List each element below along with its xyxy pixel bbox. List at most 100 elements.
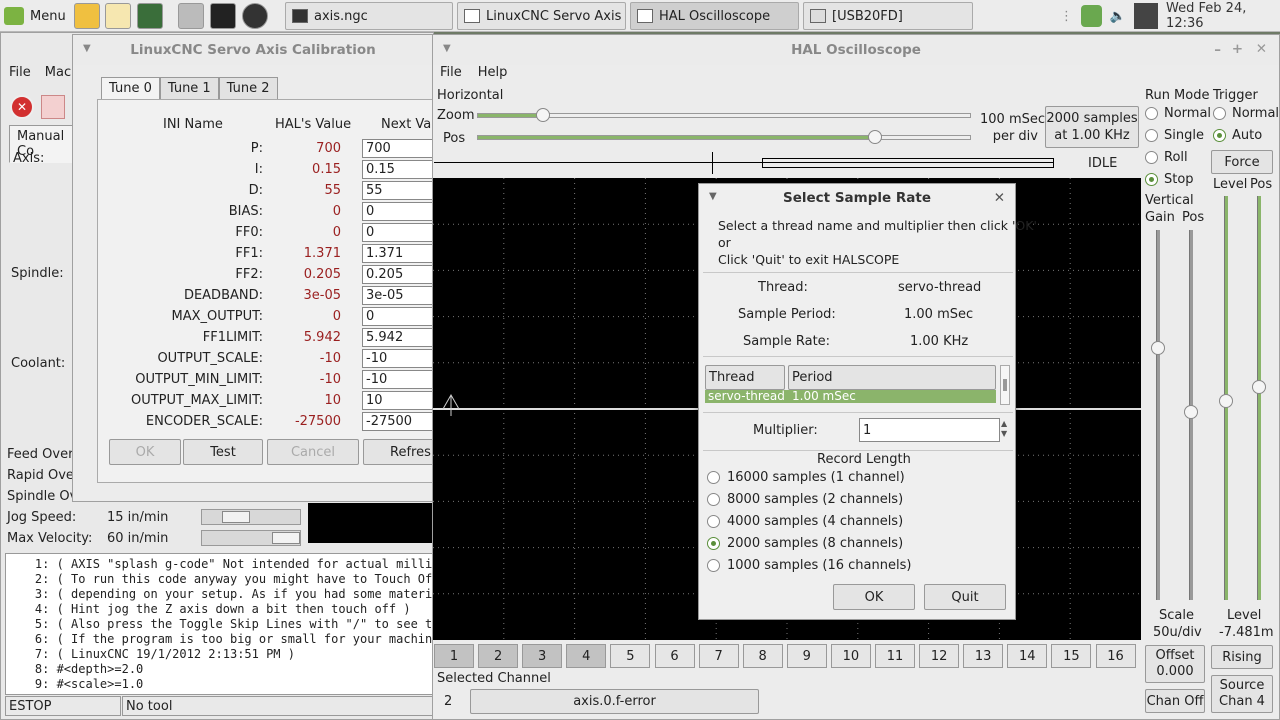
- tux-launcher-icon[interactable]: [74, 3, 100, 29]
- window-menu-icon[interactable]: ▼: [443, 43, 451, 54]
- trigger-mode-normal[interactable]: Normal: [1213, 106, 1279, 121]
- terminal-launcher-icon[interactable]: [137, 3, 163, 29]
- max-velocity-slider[interactable]: [201, 530, 301, 546]
- volume-icon[interactable]: 🔈: [1110, 9, 1126, 24]
- thread-column-header[interactable]: Thread: [705, 365, 785, 390]
- zoom-slider-handle[interactable]: [536, 108, 550, 122]
- gain-slider-handle[interactable]: [1151, 341, 1165, 355]
- tab-tune-1[interactable]: Tune 1: [159, 77, 219, 100]
- dialog-ok-button[interactable]: OK: [833, 584, 915, 610]
- record-length-option[interactable]: 2000 samples (8 channels): [707, 536, 903, 551]
- next-value-field[interactable]: 3e-05: [362, 286, 435, 305]
- channel-button-7[interactable]: 7: [698, 644, 739, 668]
- next-value-field[interactable]: -27500: [362, 412, 435, 431]
- task-hal-oscilloscope[interactable]: HAL Oscilloscope: [630, 2, 799, 30]
- record-length-option[interactable]: 4000 samples (4 channels): [707, 514, 903, 529]
- multiplier-spinbox[interactable]: 1: [859, 418, 1000, 442]
- pos-slider[interactable]: [477, 130, 971, 144]
- force-button[interactable]: Force: [1211, 150, 1273, 174]
- trigger-level-slider[interactable]: [1219, 196, 1233, 600]
- thread-list-row[interactable]: servo-thread 1.00 mSec: [705, 390, 996, 403]
- network-icon[interactable]: [1133, 3, 1159, 29]
- axis-menu-file[interactable]: File: [5, 63, 35, 82]
- vertical-pos-slider[interactable]: [1184, 230, 1198, 600]
- channel-button-3[interactable]: 3: [522, 644, 563, 668]
- channel-button-8[interactable]: 8: [742, 644, 783, 668]
- next-value-field[interactable]: 55: [362, 181, 435, 200]
- scope-menu-file[interactable]: File: [440, 65, 462, 80]
- record-length-option[interactable]: 16000 samples (1 channel): [707, 470, 905, 485]
- trigger-pos-slider-handle[interactable]: [1252, 380, 1266, 394]
- trigger-level-slider-handle[interactable]: [1219, 394, 1233, 408]
- rising-button[interactable]: Rising: [1211, 645, 1273, 669]
- next-value-field[interactable]: 0: [362, 202, 435, 221]
- spinbox-arrows-icon[interactable]: ▲ ▼: [1001, 419, 1007, 439]
- preview-canvas[interactable]: [308, 503, 435, 543]
- next-value-field[interactable]: 0: [362, 223, 435, 242]
- channel-button-9[interactable]: 9: [786, 644, 827, 668]
- zoom-slider[interactable]: [477, 108, 971, 122]
- record-length-option[interactable]: 1000 samples (16 channels): [707, 558, 911, 573]
- estop-button[interactable]: ✕: [10, 95, 34, 119]
- clock[interactable]: Wed Feb 24, 12:36: [1166, 1, 1280, 31]
- channel-button-12[interactable]: 12: [919, 644, 960, 668]
- channel-button-6[interactable]: 6: [654, 644, 695, 668]
- next-value-field[interactable]: 0: [362, 307, 435, 326]
- record-length-option[interactable]: 8000 samples (2 channels): [707, 492, 903, 507]
- channel-button-16[interactable]: 16: [1095, 644, 1136, 668]
- terminal-icon[interactable]: [210, 3, 236, 29]
- close-icon[interactable]: ✕: [994, 190, 1005, 206]
- channel-button-14[interactable]: 14: [1007, 644, 1048, 668]
- channel-button-11[interactable]: 11: [875, 644, 915, 668]
- next-value-field[interactable]: 5.942: [362, 328, 435, 347]
- source-button[interactable]: Source Chan 4: [1211, 675, 1273, 713]
- update-shield-icon[interactable]: [1081, 5, 1102, 27]
- cancel-button[interactable]: Cancel: [267, 439, 359, 465]
- channel-button-10[interactable]: 10: [830, 644, 871, 668]
- next-value-field[interactable]: 0.15: [362, 160, 435, 179]
- gain-slider[interactable]: [1151, 230, 1165, 600]
- next-value-field[interactable]: -10: [362, 349, 435, 368]
- run-mode-single[interactable]: Single: [1145, 128, 1204, 143]
- period-column-header[interactable]: Period: [788, 365, 996, 390]
- run-mode-roll[interactable]: Roll: [1145, 150, 1188, 165]
- next-value-field[interactable]: 700: [362, 139, 435, 158]
- channel-button-4[interactable]: 4: [566, 644, 607, 668]
- task-servo-calibration[interactable]: LinuxCNC Servo Axis ...: [457, 2, 626, 30]
- channel-button-1[interactable]: 1: [434, 644, 474, 668]
- samples-rate-button[interactable]: 2000 samples at 1.00 KHz: [1045, 106, 1139, 148]
- scope-menu-help[interactable]: Help: [478, 65, 508, 80]
- run-mode-stop[interactable]: Stop: [1145, 172, 1194, 187]
- trigger-mode-auto[interactable]: Auto: [1213, 128, 1262, 143]
- next-value-field[interactable]: 0.205: [362, 265, 435, 284]
- tab-tune-2[interactable]: Tune 2: [218, 77, 278, 100]
- offset-button[interactable]: Offset 0.000: [1145, 645, 1205, 683]
- maximize-icon[interactable]: +: [1232, 41, 1243, 57]
- channel-button-13[interactable]: 13: [963, 644, 1004, 668]
- run-mode-normal[interactable]: Normal: [1145, 106, 1211, 121]
- task-axis[interactable]: axis.ngc: [285, 2, 453, 30]
- selected-channel-name[interactable]: axis.0.f-error: [470, 689, 759, 714]
- trigger-pos-slider[interactable]: [1252, 196, 1266, 600]
- ok-button[interactable]: OK: [109, 439, 181, 465]
- next-value-field[interactable]: 1.371: [362, 244, 435, 263]
- task-usb20fd[interactable]: [USB20FD]: [803, 2, 973, 30]
- tab-tune-0[interactable]: Tune 0: [101, 77, 160, 100]
- show-desktop-icon[interactable]: [178, 3, 204, 29]
- dialog-quit-button[interactable]: Quit: [924, 584, 1006, 610]
- window-menu-icon[interactable]: ▼: [83, 43, 91, 54]
- next-value-field[interactable]: 10: [362, 391, 435, 410]
- power-button[interactable]: [41, 95, 65, 119]
- channel-button-2[interactable]: 2: [478, 644, 519, 668]
- test-button[interactable]: Test: [183, 439, 263, 465]
- menu-button[interactable]: Menu: [4, 4, 66, 28]
- webcam-icon[interactable]: [242, 3, 268, 29]
- pos-slider-handle[interactable]: [868, 130, 882, 144]
- text-editor-launcher-icon[interactable]: [105, 3, 131, 29]
- jog-speed-slider[interactable]: [201, 509, 301, 525]
- channel-button-5[interactable]: 5: [610, 644, 651, 668]
- chan-off-button[interactable]: Chan Off: [1145, 689, 1205, 713]
- minimize-icon[interactable]: –: [1214, 42, 1221, 58]
- channel-button-15[interactable]: 15: [1051, 644, 1092, 668]
- vertical-pos-slider-handle[interactable]: [1184, 405, 1198, 419]
